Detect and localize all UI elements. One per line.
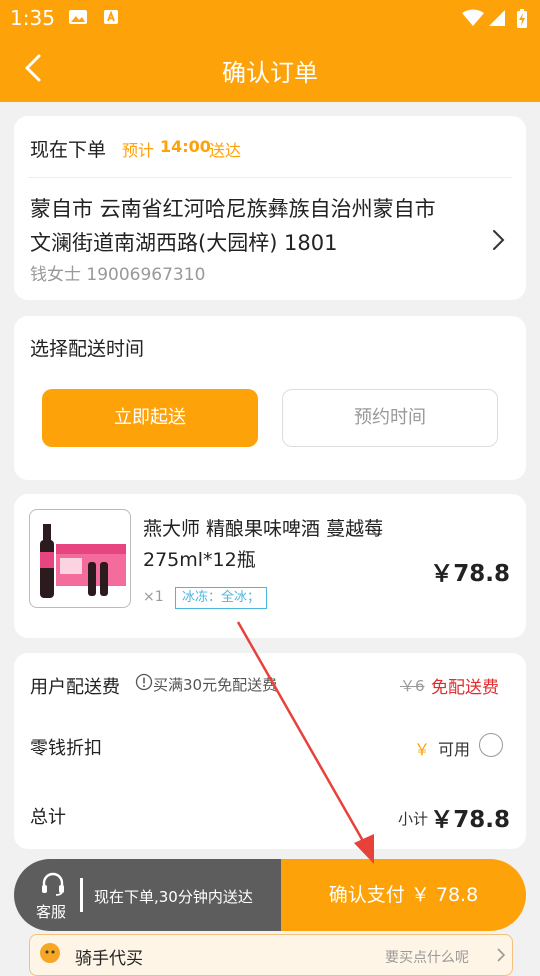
nav-bar: 确认订单 (0, 36, 540, 102)
customer-service-button[interactable]: 客服 (30, 869, 74, 925)
free-delivery-note: 买满30元免配送费 (153, 676, 278, 694)
product-card: 燕大师 精酿果味啤酒 蔓越莓 275ml*12瓶 ×1 冰冻：全冰； ￥78.8 (14, 494, 526, 638)
headset-icon (42, 872, 64, 896)
yen-coin-icon: ￥ (414, 740, 431, 759)
rider-purchase-hint: 要买点什么呢 (385, 950, 469, 966)
product-name-line-1: 燕大师 精酿果味啤酒 蔓越莓 (143, 518, 384, 540)
rider-purchase-label: 骑手代买 (75, 949, 143, 969)
image-icon (69, 10, 87, 24)
bottom-bar: 客服 现在下单,30分钟内送达 确认支付 ￥ 78.8 (14, 859, 526, 931)
rider-purchase-banner[interactable]: 骑手代买 要买点什么呢 (29, 934, 513, 976)
estimate-time: 14:00 (160, 137, 211, 156)
status-bar: 1:35 (0, 0, 540, 36)
address-card: 现在下单 预计 14:00 送达 蒙自市 云南省红河哈尼族彝族自治州蒙自市 文澜… (14, 116, 526, 300)
chevron-right-icon (497, 948, 506, 962)
status-time: 1:35 (10, 6, 55, 30)
estimate-suffix: 送达 (209, 141, 242, 160)
chevron-right-icon (493, 230, 505, 250)
bottom-bar-left: 客服 现在下单,30分钟内送达 (14, 859, 281, 931)
change-discount-radio[interactable] (479, 733, 503, 757)
subtotal-label: 小计 (398, 810, 429, 828)
delivery-promise: 现在下单,30分钟内送达 (94, 888, 253, 906)
product-quantity: ×1 (143, 589, 164, 605)
change-discount-label: 零钱折扣 (30, 738, 102, 759)
wifi-icon (462, 9, 484, 26)
delivery-time-heading: 选择配送时间 (30, 338, 145, 360)
product-option-tag: 冰冻：全冰； (175, 587, 268, 609)
header: 1:35 确认订单 (0, 0, 540, 102)
address-line-1: 蒙自市 云南省红河哈尼族彝族自治州蒙自市 (30, 197, 436, 221)
schedule-time-button[interactable]: 预约时间 (282, 389, 498, 447)
immediate-delivery-button[interactable]: 立即起送 (42, 389, 258, 447)
rider-mascot-icon (40, 943, 60, 963)
product-price: ￥78.8 (430, 561, 510, 587)
address-line-2: 文澜街道南湖西路(大园梓) 1801 (30, 231, 338, 255)
summary-card: 用户配送费 买满30元免配送费 ￥6 免配送费 零钱折扣 ￥ 可用 总计 小计 … (14, 653, 526, 849)
estimate-prefix: 预计 (122, 141, 155, 160)
order-now-label: 现在下单 (30, 139, 107, 161)
original-delivery-fee: ￥6 (400, 677, 425, 695)
bottom-bar-divider (80, 878, 83, 912)
delivery-time-card: 选择配送时间 立即起送 预约时间 (14, 316, 526, 480)
address-row[interactable]: 蒙自市 云南省红河哈尼族彝族自治州蒙自市 文澜街道南湖西路(大园梓) 1801 … (14, 178, 526, 300)
delivery-fee-label: 用户配送费 (30, 677, 120, 698)
confirm-pay-button[interactable]: 确认支付 ￥ 78.8 (281, 859, 526, 931)
text-notification-icon (104, 10, 118, 24)
beer-product-image (40, 524, 126, 598)
total-value: ￥78.8 (430, 807, 510, 833)
signal-icon (489, 10, 505, 26)
page-title: 确认订单 (222, 59, 318, 87)
total-label: 总计 (30, 807, 66, 828)
available-label: 可用 (438, 740, 471, 759)
contact-info: 钱女士 19006967310 (30, 265, 206, 285)
battery-icon (517, 9, 527, 28)
info-icon[interactable] (135, 673, 153, 691)
product-image (29, 509, 131, 608)
product-name-line-2: 275ml*12瓶 (143, 549, 256, 571)
customer-service-label: 客服 (36, 903, 67, 921)
free-delivery-label: 免配送费 (431, 678, 499, 698)
